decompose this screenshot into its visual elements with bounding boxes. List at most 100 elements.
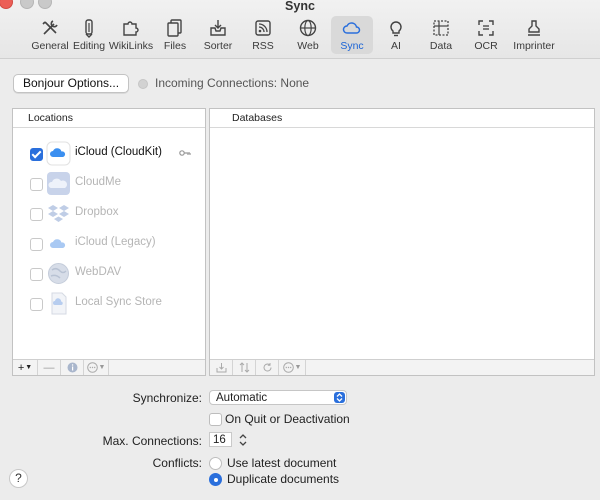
tab-data[interactable]: Data — [419, 16, 463, 54]
info-button[interactable] — [61, 360, 84, 375]
window-toolbar: Sync General Editing WikiLinks Files Sor… — [0, 0, 600, 59]
databases-list[interactable] — [210, 128, 594, 359]
databases-header: Databases — [210, 109, 594, 128]
location-label: WebDAV — [75, 266, 122, 278]
more-actions-button[interactable]: ▼ — [84, 360, 109, 375]
location-row-cloudme[interactable]: CloudMe — [13, 170, 205, 198]
quit-deactivation-label: On Quit or Deactivation — [225, 412, 350, 426]
tab-ai[interactable]: AI — [374, 16, 418, 54]
location-checkbox[interactable] — [30, 298, 43, 311]
database-more-actions-button[interactable]: ▼ — [279, 360, 306, 375]
ellipsis-circle-icon — [282, 362, 294, 373]
tab-wikilinks[interactable]: WikiLinks — [108, 16, 154, 54]
locations-header: Locations — [13, 109, 205, 128]
synchronize-select[interactable]: Automatic — [209, 390, 347, 405]
max-connections-stepper[interactable] — [238, 432, 248, 448]
chevron-down-icon: ▼ — [294, 364, 302, 371]
quit-deactivation-checkbox[interactable] — [209, 413, 222, 426]
tab-editing-label: Editing — [72, 40, 106, 52]
location-checkbox[interactable] — [30, 148, 43, 161]
database-import-button[interactable] — [210, 360, 233, 375]
sorter-tray-icon — [210, 20, 226, 36]
location-row-webdav[interactable]: WebDAV — [13, 260, 205, 288]
window-title: Sync — [285, 0, 315, 13]
help-button[interactable]: ? — [9, 469, 28, 488]
info-icon — [67, 362, 77, 373]
location-checkbox[interactable] — [30, 238, 43, 251]
locations-panel: Locations iCloud (CloudKit) CloudMe Drop… — [12, 108, 206, 376]
location-row-local-sync-store[interactable]: Local Sync Store — [13, 290, 205, 318]
tab-general-label: General — [31, 40, 69, 52]
tray-import-icon — [216, 363, 226, 373]
use-latest-document-label: Use latest document — [227, 456, 337, 470]
add-location-label: + — [17, 361, 25, 374]
duplicate-documents-radio[interactable] — [209, 473, 222, 486]
stamp-icon — [528, 20, 540, 36]
location-label: iCloud (CloudKit) — [75, 146, 162, 158]
tab-sync[interactable]: Sync — [331, 16, 373, 54]
tab-ocr-label: OCR — [474, 40, 498, 52]
pencil-icon — [85, 19, 93, 38]
tab-ocr[interactable]: OCR — [464, 16, 508, 54]
location-checkbox[interactable] — [30, 268, 43, 281]
use-latest-document-radio[interactable] — [209, 457, 222, 470]
location-row-icloud-cloudkit[interactable]: iCloud (CloudKit) — [13, 140, 205, 168]
tab-files-label: Files — [163, 40, 187, 52]
chevron-down-icon: ▼ — [25, 364, 33, 371]
tab-imprinter-label: Imprinter — [513, 40, 555, 52]
max-connections-label: Max. Connections: — [102, 434, 202, 448]
location-row-dropbox[interactable]: Dropbox — [13, 200, 205, 228]
dropbox-icon — [48, 205, 69, 222]
files-icon — [167, 19, 182, 37]
tab-sorter-label: Sorter — [203, 40, 233, 52]
rss-icon — [255, 20, 271, 36]
bonjour-options-button[interactable]: Bonjour Options... — [13, 74, 129, 93]
tab-files[interactable]: Files — [155, 16, 195, 54]
location-label: Local Sync Store — [75, 296, 162, 308]
tab-data-label: Data — [429, 40, 453, 52]
duplicate-documents-label: Duplicate documents — [227, 472, 340, 486]
globe-icon — [299, 19, 317, 37]
puzzle-icon — [123, 21, 139, 36]
location-label: iCloud (Legacy) — [75, 236, 156, 248]
ocr-scan-icon — [478, 20, 494, 36]
preferences-tabs: General Editing WikiLinks Files Sorter R… — [30, 16, 560, 56]
tab-sorter[interactable]: Sorter — [196, 16, 240, 54]
database-refresh-button[interactable] — [256, 360, 279, 375]
tab-imprinter[interactable]: Imprinter — [509, 16, 559, 54]
chevron-up-down-icon — [334, 392, 345, 403]
location-checkbox[interactable] — [30, 178, 43, 191]
databases-panel: Databases ▼ — [209, 108, 595, 376]
tab-general[interactable]: General — [30, 16, 70, 54]
key-icon[interactable] — [179, 149, 191, 157]
locations-footer: + ▼ — ▼ — [13, 359, 205, 375]
conflicts-label: Conflicts: — [152, 456, 202, 470]
location-row-icloud-legacy[interactable]: iCloud (Legacy) — [13, 230, 205, 258]
incoming-connections-status: Incoming Connections: None — [155, 76, 310, 90]
icloud-icon — [46, 141, 71, 166]
tab-rss-label: RSS — [252, 40, 274, 52]
local-store-icon — [51, 292, 67, 315]
tab-web[interactable]: Web — [286, 16, 330, 54]
tab-rss[interactable]: RSS — [241, 16, 285, 54]
max-connections-field[interactable]: 16 — [209, 432, 232, 447]
remove-location-button[interactable]: — — [38, 360, 61, 375]
location-label: Dropbox — [75, 206, 119, 218]
cloudme-icon — [47, 172, 70, 195]
wrench-screwdriver-icon — [42, 20, 58, 35]
databases-footer: ▼ — [210, 359, 594, 375]
synchronize-label: Synchronize: — [132, 391, 202, 405]
lightbulb-icon — [390, 21, 402, 37]
tab-sync-label: Sync — [340, 40, 364, 52]
location-checkbox[interactable] — [30, 208, 43, 221]
icloud-legacy-icon — [50, 239, 66, 248]
add-location-button[interactable]: + ▼ — [13, 360, 38, 375]
remove-location-label: — — [43, 361, 55, 374]
webdav-globe-icon — [48, 263, 69, 284]
tab-web-label: Web — [297, 40, 319, 52]
tab-editing[interactable]: Editing — [71, 16, 107, 54]
cloud-icon — [342, 22, 361, 34]
database-sync-direction-button[interactable] — [233, 360, 256, 375]
location-label: CloudMe — [75, 176, 122, 188]
data-grid-icon — [433, 20, 449, 36]
